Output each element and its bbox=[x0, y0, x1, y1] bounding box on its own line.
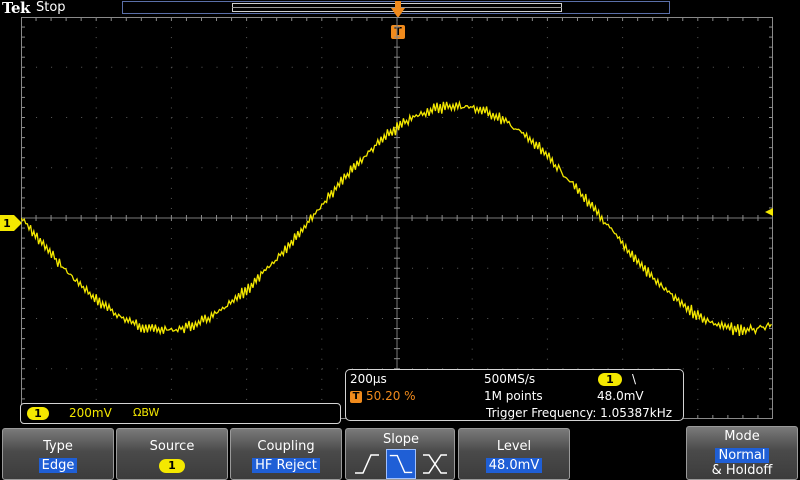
channel-ground-marker-icon[interactable]: 1 bbox=[0, 215, 22, 231]
trigger-menu: Type Edge Source 1 Coupling HF Reject Sl… bbox=[0, 426, 800, 480]
source-title: Source bbox=[149, 439, 195, 454]
record-length-readout: 1M points bbox=[484, 389, 543, 403]
level-button[interactable]: Level 48.0mV bbox=[458, 428, 570, 480]
level-title: Level bbox=[496, 439, 532, 454]
trigger-slope-symbol: \ bbox=[632, 372, 637, 386]
channel-badge: 1 bbox=[27, 407, 49, 420]
trigger-frequency-readout: Trigger Frequency: 1.05387kHz bbox=[486, 406, 673, 420]
level-value: 48.0mV bbox=[485, 458, 543, 473]
graticule-grid bbox=[21, 17, 773, 419]
vertical-scale: 200mV bbox=[69, 406, 112, 420]
trigger-level-readout: 48.0mV bbox=[597, 389, 644, 403]
brand-logo: Tek bbox=[2, 0, 30, 17]
trigger-position-readout: 50.20 % bbox=[366, 389, 416, 403]
status-bar: Tek Stop bbox=[0, 0, 800, 18]
mode-subtitle: & Holdoff bbox=[711, 463, 773, 478]
type-button[interactable]: Type Edge bbox=[2, 428, 114, 480]
type-value: Edge bbox=[38, 458, 78, 473]
rising-edge-icon[interactable] bbox=[352, 449, 382, 479]
svg-text:1: 1 bbox=[3, 217, 11, 230]
channel-info-box[interactable]: 1 200mV ΩBW bbox=[20, 403, 341, 424]
waveform-display bbox=[21, 17, 773, 419]
sample-rate-readout: 500MS/s bbox=[484, 372, 536, 386]
mode-title: Mode bbox=[724, 429, 760, 444]
channel-1-waveform bbox=[21, 99, 772, 336]
slope-title: Slope bbox=[382, 432, 420, 447]
acquisition-status: Stop bbox=[36, 0, 66, 15]
either-edge-icon[interactable] bbox=[420, 449, 450, 479]
type-title: Type bbox=[43, 439, 73, 454]
trigger-level-arrow-icon bbox=[765, 208, 773, 216]
falling-edge-icon[interactable] bbox=[386, 449, 416, 479]
horizontal-trigger-readout[interactable]: 200µs T 50.20 % 500MS/s 1M points 1 \ 48… bbox=[345, 369, 684, 421]
coupling-title: Coupling bbox=[257, 439, 315, 454]
bandwidth-limit-indicator: ΩBW bbox=[133, 406, 160, 419]
mode-holdoff-button[interactable]: Mode Normal & Holdoff bbox=[686, 426, 798, 480]
timebase-readout: 200µs bbox=[350, 372, 387, 386]
source-value: 1 bbox=[159, 459, 185, 473]
mode-value: Normal bbox=[715, 448, 769, 463]
source-button[interactable]: Source 1 bbox=[116, 428, 228, 480]
trigger-t-small-icon: T bbox=[350, 391, 362, 403]
slope-button[interactable]: Slope bbox=[345, 428, 455, 480]
coupling-value: HF Reject bbox=[252, 458, 320, 473]
coupling-button[interactable]: Coupling HF Reject bbox=[230, 428, 342, 480]
trigger-source-badge: 1 bbox=[598, 373, 622, 386]
